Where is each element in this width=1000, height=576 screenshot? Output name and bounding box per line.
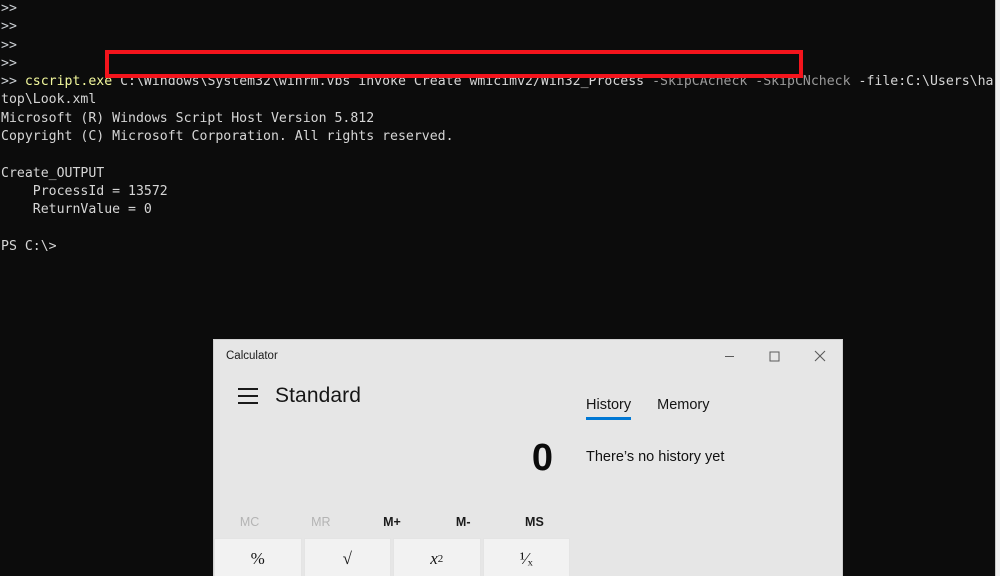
terminal-line: Copyright (C) Microsoft Corporation. All… [0, 128, 995, 146]
terminal-line: Microsoft (R) Windows Script Host Versio… [0, 110, 995, 128]
terminal-text: >> [1, 1, 17, 16]
tab-history[interactable]: History [586, 397, 632, 420]
calculator-key-square-root[interactable]: √ [303, 538, 391, 576]
memory-button-ms[interactable]: MS [499, 507, 570, 537]
memory-button-mplus[interactable]: M+ [356, 507, 427, 537]
terminal-text: cscript.exe [24, 74, 121, 90]
memory-button-row: MC MR M+ M- MS [214, 507, 570, 537]
terminal-text: Create_OUTPUT [1, 165, 105, 181]
history-empty-message: There’s no history yet [586, 449, 725, 465]
terminal-text: >> [1, 37, 17, 53]
calculator-key-reciprocal[interactable]: ¹⁄ₓ [482, 538, 570, 576]
terminal-text: -file:C:\Users\harr0ey\Desk [858, 74, 996, 90]
terminal-line: ProcessId = 13572 [0, 183, 995, 201]
terminal-text: Copyright (C) Microsoft Corporation. All… [1, 129, 454, 145]
terminal-text: PS C:\> [1, 238, 57, 254]
memory-button-mr: MR [311, 515, 331, 529]
terminal-text: Microsoft (R) Windows Script Host Versio… [1, 110, 375, 126]
minimize-button[interactable] [707, 340, 752, 372]
terminal-text: C:\Windows\System32\winrm.vbs invoke Cre… [120, 74, 653, 90]
terminal-text: >> [1, 74, 25, 90]
keypad-row: % √ x 2 ¹⁄ₓ [214, 538, 570, 576]
terminal-text: ReturnValue = 0 [1, 202, 152, 218]
terminal-text: -SkipCAcheck -SkipCNcheck [652, 74, 859, 90]
terminal-line: >> cscript.exe C:\Windows\System32\winrm… [0, 73, 995, 91]
terminal-line: top\Look.xml [0, 91, 995, 109]
terminal-line: Create_OUTPUT [0, 165, 995, 183]
memory-button-mminus[interactable]: M- [428, 507, 499, 537]
calculator-display-value: 0 [531, 437, 553, 479]
window-title: Calculator [226, 350, 278, 362]
calculator-keypad: % √ x 2 ¹⁄ₓ [214, 537, 570, 576]
calculator-display-pane: 0 [214, 420, 570, 507]
terminal-line: >> [0, 0, 995, 18]
history-panel: There’s no history yet [570, 420, 842, 507]
terminal-output: >> >> >> >> >> cscript.exe C:\Windows\System… [0, 0, 995, 256]
terminal-text: >> [1, 19, 17, 35]
terminal-line: >> [0, 37, 995, 55]
terminal-line: ReturnValue = 0 [0, 201, 995, 219]
terminal-text: top\Look.xml [1, 92, 97, 108]
terminal-line: PS C:\> [0, 238, 995, 256]
calculator-key-square[interactable]: x2 [393, 538, 481, 576]
close-button[interactable] [797, 340, 842, 372]
calculator-header: Standard History Memory [214, 372, 842, 420]
terminal-line: >> [0, 18, 995, 36]
calculator-mode-title: Standard [275, 384, 362, 407]
memory-button-mc: MC [239, 515, 260, 529]
hamburger-menu-icon[interactable] [238, 388, 258, 404]
terminal-line: >> [0, 55, 995, 73]
calculator-body: 0 There’s no history yet [214, 420, 842, 507]
calculator-key-percent[interactable]: % [214, 538, 302, 576]
maximize-button[interactable] [752, 340, 797, 372]
history-memory-tabs: History Memory [586, 397, 710, 420]
calculator-window[interactable]: Calculator Standard History Memory 0 Ther… [213, 339, 843, 576]
terminal-text: ProcessId = 13572 [1, 183, 168, 199]
terminal-scrollbar[interactable] [995, 0, 1000, 576]
window-controls [707, 340, 842, 372]
tab-memory[interactable]: Memory [657, 397, 709, 420]
terminal-text: >> [1, 55, 17, 71]
calculator-titlebar[interactable]: Calculator [214, 340, 842, 372]
